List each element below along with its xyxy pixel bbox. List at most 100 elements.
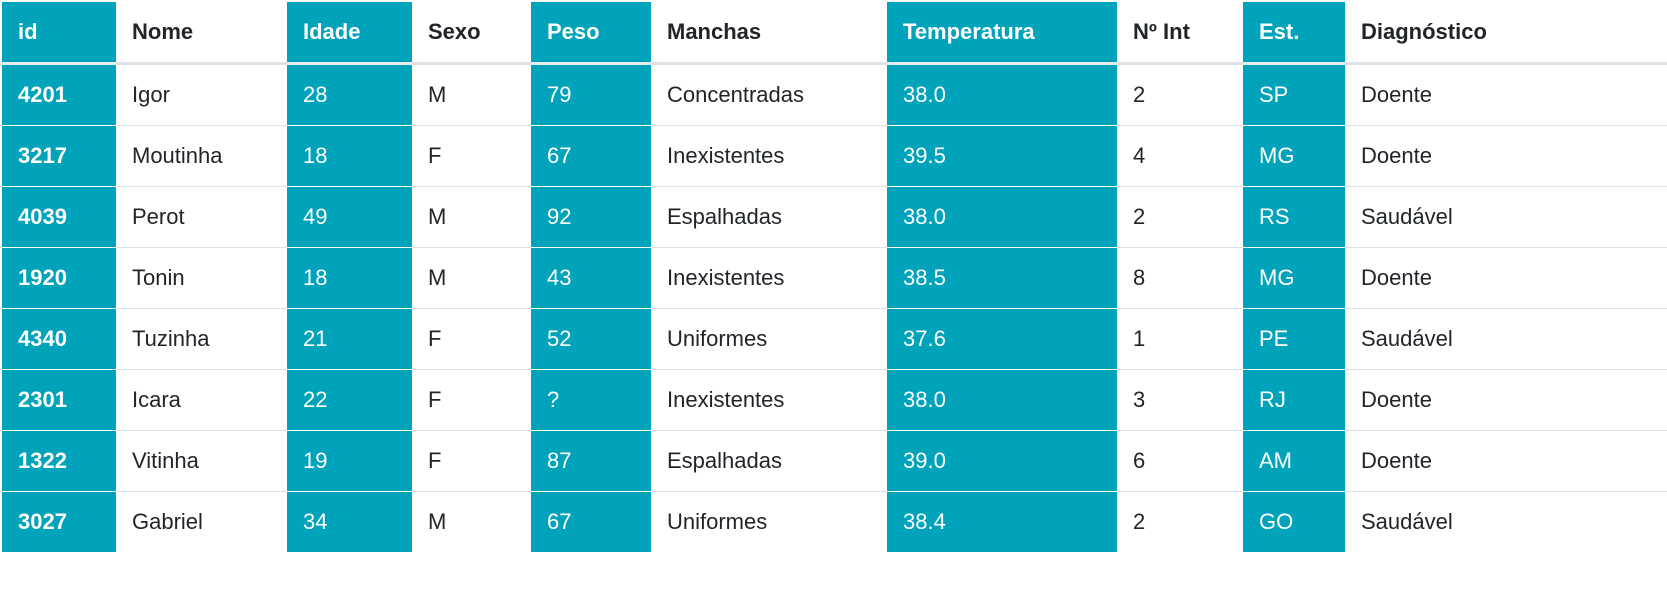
cell-temperatura: 39.5 [887,125,1117,187]
cell-diagnostico: Doente [1345,369,1667,431]
cell-sexo: M [412,247,531,309]
cell-manchas: Espalhadas [651,186,887,248]
cell-n-int: 6 [1117,430,1243,492]
column-header-idade: Idade [287,2,412,65]
table-header: id Nome Idade Sexo Peso Manchas Temperat… [2,2,1667,65]
cell-diagnostico: Saudável [1345,491,1667,552]
cell-peso: 52 [531,308,651,370]
cell-estado: GO [1243,491,1345,552]
cell-peso: 67 [531,491,651,552]
cell-nome: Igor [132,82,170,107]
table-row: 1920 Tonin 18 M 43 Inexistentes 38.5 8 M… [2,247,1667,309]
cell-n-int: 3 [1117,369,1243,431]
cell-n-int: 2 [1117,186,1243,248]
table-row: 3027 Gabriel 34 M 67 Uniformes 38.4 2 GO… [2,491,1667,552]
cell-diagnostico: Doente [1345,247,1667,309]
cell-id: 3027 [2,491,116,552]
cell-sexo: F [412,369,531,431]
column-header-n-int: Nº Int [1117,2,1243,65]
cell-id: 2301 [2,369,116,431]
cell-sexo: F [412,430,531,492]
cell-sexo: M [428,82,447,107]
table-row: 4340 Tuzinha 21 F 52 Uniformes 37.6 1 PE… [2,308,1667,370]
cell-temperatura: 39.0 [887,430,1117,492]
cell-id: 3217 [2,125,116,187]
cell-estado: MG [1243,125,1345,187]
cell-peso: 87 [531,430,651,492]
cell-manchas: Inexistentes [651,369,887,431]
cell-n-int: 8 [1117,247,1243,309]
cell-estado: RS [1243,186,1345,248]
cell-nome: Perot [116,186,287,248]
cell-manchas: Espalhadas [651,430,887,492]
cell-n-int: 1 [1117,308,1243,370]
header-row: id Nome Idade Sexo Peso Manchas Temperat… [2,2,1667,65]
cell-temperatura: 37.6 [887,308,1117,370]
column-header-estado: Est. [1243,2,1345,65]
cell-peso: 92 [531,186,651,248]
table-row: 4039 Perot 49 M 92 Espalhadas 38.0 2 RS … [2,186,1667,248]
cell-temperatura: 38.5 [887,247,1117,309]
cell-temperatura: 38.0 [887,186,1117,248]
cell-diagnostico: Doente [1361,82,1432,107]
column-header-sexo: Sexo [412,2,531,65]
table-row: 1322 Vitinha 19 F 87 Espalhadas 39.0 6 A… [2,430,1667,492]
cell-peso: 79 [531,63,651,126]
cell-n-int: 4 [1117,125,1243,187]
cell-temperatura: 38.4 [887,491,1117,552]
table-row: 4201 Igor 28 M 79 Concentradas 38.0 2 SP… [2,63,1667,126]
cell-manchas: Inexistentes [651,247,887,309]
cell-temperatura: 38.0 [887,369,1117,431]
patient-table: id Nome Idade Sexo Peso Manchas Temperat… [2,2,1667,552]
cell-id: 1920 [2,247,116,309]
cell-n-int: 2 [1133,82,1146,107]
cell-idade: 18 [287,247,412,309]
cell-nome: Vitinha [116,430,287,492]
cell-manchas: Concentradas [667,82,804,107]
cell-peso: 43 [531,247,651,309]
cell-idade: 19 [287,430,412,492]
cell-idade: 49 [287,186,412,248]
cell-peso: 67 [531,125,651,187]
cell-estado: SP [1243,63,1345,126]
cell-idade: 28 [287,63,412,126]
cell-n-int: 2 [1117,491,1243,552]
column-header-id: id [2,2,116,65]
cell-estado: AM [1243,430,1345,492]
column-header-manchas: Manchas [651,2,887,65]
cell-estado: MG [1243,247,1345,309]
table-row: 2301 Icara 22 F ? Inexistentes 38.0 3 RJ… [2,369,1667,431]
cell-sexo: M [412,491,531,552]
cell-id: 4340 [2,308,116,370]
cell-nome: Tonin [116,247,287,309]
cell-manchas: Uniformes [651,308,887,370]
cell-estado: RJ [1243,369,1345,431]
cell-idade: 21 [287,308,412,370]
cell-idade: 34 [287,491,412,552]
cell-sexo: F [412,308,531,370]
cell-manchas: Inexistentes [651,125,887,187]
cell-sexo: M [412,186,531,248]
cell-idade: 18 [287,125,412,187]
cell-nome: Tuzinha [116,308,287,370]
patient-table-container: id Nome Idade Sexo Peso Manchas Temperat… [2,2,1667,552]
cell-nome: Icara [116,369,287,431]
cell-manchas: Uniformes [651,491,887,552]
cell-diagnostico: Saudável [1345,308,1667,370]
cell-peso: ? [531,369,651,431]
cell-diagnostico: Saudável [1345,186,1667,248]
cell-diagnostico: Doente [1345,125,1667,187]
cell-nome: Moutinha [116,125,287,187]
cell-sexo: F [412,125,531,187]
column-header-peso: Peso [531,2,651,65]
cell-id: 4201 [2,63,116,126]
cell-id: 1322 [2,430,116,492]
table-body: 4201 Igor 28 M 79 Concentradas 38.0 2 SP… [2,63,1667,552]
column-header-nome: Nome [116,2,287,65]
cell-estado: PE [1243,308,1345,370]
cell-diagnostico: Doente [1345,430,1667,492]
cell-id: 4039 [2,186,116,248]
cell-nome: Gabriel [116,491,287,552]
cell-idade: 22 [287,369,412,431]
column-header-temperatura: Temperatura [887,2,1117,65]
